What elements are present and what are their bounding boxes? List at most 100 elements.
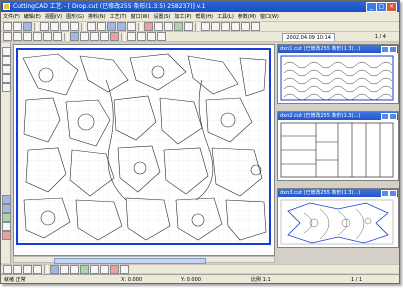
panel-minimize-icon[interactable] bbox=[381, 113, 389, 120]
undo-icon[interactable] bbox=[87, 22, 96, 31]
layer-8-icon[interactable] bbox=[120, 264, 129, 274]
close-button[interactable]: × bbox=[386, 2, 397, 12]
last-page-icon[interactable] bbox=[33, 264, 42, 274]
panel-close-icon[interactable] bbox=[389, 113, 397, 120]
menu-item[interactable]: 文件(F) bbox=[1, 12, 22, 21]
menu-item[interactable]: 窗口(W) bbox=[129, 12, 152, 21]
first-page-icon[interactable] bbox=[3, 264, 12, 274]
circle-icon[interactable] bbox=[43, 32, 52, 41]
rotate-icon[interactable] bbox=[154, 22, 163, 31]
panel-header[interactable]: dxn2.cut (已修改255 条形(1.3)...) bbox=[278, 112, 398, 120]
toolbar-separator bbox=[81, 22, 85, 31]
open-icon[interactable] bbox=[13, 22, 22, 31]
preview-panel-3[interactable]: dxn3.cut (已修改255 条形(1.3)...) bbox=[277, 188, 399, 248]
status-bar: 就绪 正常 X: 0.000 Y: 0.000 比例 1:1 1 / 1 bbox=[1, 274, 399, 283]
cut-icon[interactable] bbox=[50, 22, 59, 31]
move-icon[interactable] bbox=[13, 32, 22, 41]
layer-1-icon[interactable] bbox=[50, 264, 59, 274]
arc-icon[interactable] bbox=[33, 32, 42, 41]
layer-7-icon[interactable] bbox=[110, 264, 119, 274]
menu-item[interactable]: 工艺(T) bbox=[108, 12, 129, 21]
save-icon[interactable] bbox=[23, 22, 32, 31]
preview-panel-1[interactable]: dxn1.cut (已修改255 条形(1.3)...) bbox=[277, 44, 399, 104]
part-icon[interactable] bbox=[2, 195, 11, 204]
array-icon[interactable] bbox=[127, 32, 136, 41]
menu-item[interactable]: 图形(G) bbox=[64, 12, 86, 21]
preview-drawing bbox=[280, 55, 394, 101]
layer-4-icon[interactable] bbox=[80, 264, 89, 274]
paste-icon[interactable] bbox=[70, 22, 79, 31]
menu-item[interactable]: 加工(P) bbox=[173, 12, 194, 21]
app-window: CuttingCAD 工艺 - [ Drop.cut (已修改255 条形(1.… bbox=[0, 0, 400, 284]
lead-in-icon[interactable] bbox=[80, 32, 89, 41]
panel-preview bbox=[280, 122, 396, 180]
simulate-icon[interactable] bbox=[157, 32, 166, 41]
node-icon[interactable] bbox=[2, 56, 11, 65]
panel-header[interactable]: dxn1.cut (已修改255 条形(1.3)...) bbox=[278, 45, 398, 53]
toolbar-separator bbox=[64, 32, 68, 41]
zoom-icon[interactable] bbox=[2, 74, 11, 83]
info-icon[interactable] bbox=[2, 222, 11, 231]
horizontal-scrollbar[interactable] bbox=[13, 256, 275, 264]
layer-6-icon[interactable] bbox=[100, 264, 109, 274]
snap-icon[interactable] bbox=[211, 22, 220, 31]
select-icon[interactable] bbox=[3, 32, 12, 41]
redo-icon[interactable] bbox=[97, 22, 106, 31]
rect-icon[interactable] bbox=[53, 32, 62, 41]
preview-panel-2[interactable]: dxn2.cut (已修改255 条形(1.3)...) bbox=[277, 111, 399, 181]
left-toolbox bbox=[1, 43, 11, 263]
measure-icon[interactable] bbox=[221, 22, 230, 31]
lead-out-icon[interactable] bbox=[90, 32, 99, 41]
new-icon[interactable] bbox=[3, 22, 12, 31]
zoom-in-icon[interactable] bbox=[107, 22, 116, 31]
panel-minimize-icon[interactable] bbox=[381, 190, 389, 197]
layer-5-icon[interactable] bbox=[90, 264, 99, 274]
order-icon[interactable] bbox=[147, 32, 156, 41]
align-icon[interactable] bbox=[137, 32, 146, 41]
pan-icon[interactable] bbox=[2, 65, 11, 74]
title-bar[interactable]: CuttingCAD 工艺 - [ Drop.cut (已修改255 条形(1.… bbox=[1, 1, 399, 12]
zoom-out-icon[interactable] bbox=[117, 22, 126, 31]
tool-icon[interactable] bbox=[2, 213, 11, 222]
layer-3-icon[interactable] bbox=[70, 264, 79, 274]
layer-icon[interactable] bbox=[241, 22, 250, 31]
menu-item[interactable]: 工具(L) bbox=[215, 12, 236, 21]
pointer-icon[interactable] bbox=[2, 47, 11, 56]
menu-item[interactable]: 视图(V) bbox=[43, 12, 64, 21]
grid-icon[interactable] bbox=[201, 22, 210, 31]
panel-close-icon[interactable] bbox=[389, 190, 397, 197]
menu-item[interactable]: 窗口(W) bbox=[258, 12, 281, 21]
pick-icon[interactable] bbox=[2, 83, 11, 92]
panel-preview bbox=[280, 55, 396, 103]
menu-item[interactable]: 帮助(H) bbox=[193, 12, 215, 21]
menu-item[interactable]: 设置(S) bbox=[151, 12, 172, 21]
next-page-icon[interactable] bbox=[23, 264, 32, 274]
bridge-icon[interactable] bbox=[100, 32, 109, 41]
run-icon[interactable] bbox=[174, 22, 183, 31]
nest-icon[interactable] bbox=[144, 22, 153, 31]
nesting-canvas[interactable] bbox=[16, 48, 271, 245]
panel-close-icon[interactable] bbox=[389, 46, 397, 53]
mirror-icon[interactable] bbox=[164, 22, 173, 31]
panel-header[interactable]: dxn3.cut (已修改255 条形(1.3)...) bbox=[278, 189, 398, 197]
text-icon[interactable] bbox=[231, 22, 240, 31]
erase-icon[interactable] bbox=[2, 231, 11, 240]
settings-icon[interactable] bbox=[251, 22, 260, 31]
panel-minimize-icon[interactable] bbox=[381, 46, 389, 53]
path-icon[interactable] bbox=[70, 32, 79, 41]
panel-title: dxn2.cut (已修改255 条形(1.3)...) bbox=[280, 113, 361, 119]
zoom-fit-icon[interactable] bbox=[127, 22, 136, 31]
line-icon[interactable] bbox=[23, 32, 32, 41]
print-icon[interactable] bbox=[40, 22, 49, 31]
menu-item[interactable]: 参数(M) bbox=[236, 12, 258, 21]
copy-icon[interactable] bbox=[60, 22, 69, 31]
status-page: 1 / 1 bbox=[351, 277, 363, 283]
menu-item[interactable]: 编辑(E) bbox=[22, 12, 43, 21]
status-y: Y: 0.000 bbox=[181, 277, 201, 283]
sheet-icon[interactable] bbox=[2, 204, 11, 213]
menu-item[interactable]: 排料(N) bbox=[86, 12, 108, 21]
stop-icon[interactable] bbox=[184, 22, 193, 31]
prev-page-icon[interactable] bbox=[13, 264, 22, 274]
delete-icon[interactable] bbox=[110, 32, 119, 41]
layer-2-icon[interactable] bbox=[60, 264, 69, 274]
